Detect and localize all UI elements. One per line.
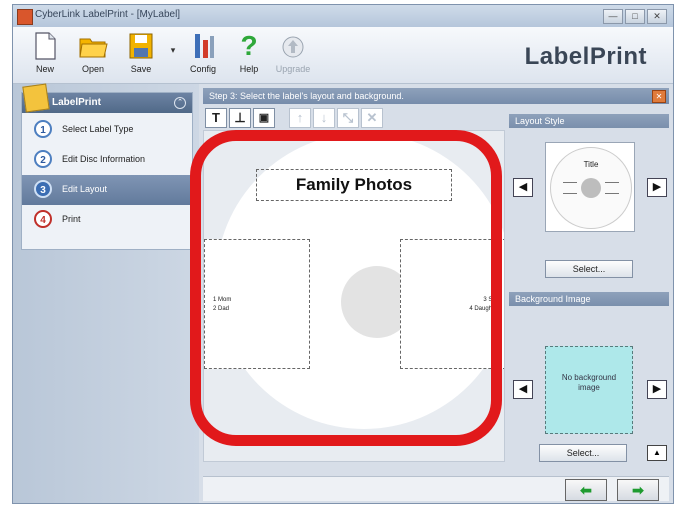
layout-preview-hub	[581, 178, 601, 198]
layout-preview-lines-right	[605, 182, 619, 194]
save-button[interactable]: Save	[119, 31, 163, 81]
layout-preview-lines-left	[563, 182, 577, 194]
close-window-button[interactable]: ✕	[647, 9, 667, 24]
navigation-bar: ⬅ ➡	[203, 476, 669, 501]
left-photo-box[interactable]: 1 Mom 2 Dad	[204, 239, 310, 369]
bring-forward-button[interactable]: ↑	[289, 108, 311, 128]
name-item: 2 Dad	[213, 306, 230, 312]
config-tools-icon	[188, 31, 218, 61]
background-preview[interactable]: No background image	[545, 346, 633, 434]
app-icon	[17, 9, 33, 25]
label-title: Family Photos	[295, 175, 413, 194]
layout-style-title: Layout Style	[515, 116, 565, 126]
sidebar: LabelPrint ⌃ 1 Select Label Type 2 Edit …	[13, 83, 199, 503]
step-select-label-type[interactable]: 1 Select Label Type	[22, 115, 192, 145]
step-3-number-icon: 3	[34, 180, 52, 198]
collapse-icon[interactable]: ⌃	[174, 97, 186, 109]
maximize-button[interactable]: □	[625, 9, 645, 24]
style-panel: Layout Style ◀ Title ▶ Select... Backgro…	[509, 114, 669, 462]
name-item: 1 Mom	[213, 297, 232, 303]
help-label: Help	[239, 64, 259, 74]
step-instruction: Step 3: Select the label's layout and ba…	[209, 91, 404, 101]
name-item: 3 Son	[483, 297, 499, 303]
labelprint-logo-icon	[22, 83, 50, 113]
background-select-button[interactable]: Select...	[539, 444, 627, 462]
title-textbox[interactable]: Family Photos	[256, 169, 452, 201]
image-tool-button[interactable]: ▣	[253, 108, 275, 128]
window-title: CyberLink LabelPrint - [MyLabel]	[35, 9, 181, 20]
config-label: Config	[189, 64, 216, 74]
background-next-button[interactable]: ▶	[647, 380, 667, 399]
app-window: CyberLink LabelPrint - [MyLabel] — □ ✕ N…	[12, 4, 674, 504]
main-toolbar: New Open Save ▾ Config ? Help Upgrade La…	[13, 27, 673, 84]
step-edit-layout[interactable]: 3 Edit Layout	[22, 175, 192, 205]
new-button[interactable]: New	[23, 31, 67, 81]
right-photo-box[interactable]: 3 Son 4 Daughter	[400, 239, 504, 369]
back-button[interactable]: ⬅	[565, 479, 607, 501]
new-label: New	[35, 64, 54, 74]
right-names-list: 3 Son 4 Daughter	[469, 296, 499, 314]
config-button[interactable]: Config	[181, 31, 225, 81]
close-step-icon[interactable]: ✕	[652, 90, 666, 103]
step-1-label: Select Label Type	[62, 124, 134, 134]
delete-button[interactable]: ✕	[361, 108, 383, 128]
send-backward-button[interactable]: ↓	[313, 108, 335, 128]
step-4-number-icon: 4	[34, 210, 52, 228]
step-1-number-icon: 1	[34, 120, 52, 138]
left-names-list: 1 Mom 2 Dad	[213, 296, 231, 314]
steps-panel: LabelPrint ⌃ 1 Select Label Type 2 Edit …	[21, 83, 193, 250]
chevron-down-icon: ▾	[170, 45, 176, 55]
upgrade-label: Upgrade	[275, 64, 311, 74]
background-image-title: Background Image	[515, 294, 591, 304]
layout-style-header: Layout Style	[509, 114, 669, 128]
layout-preview-title: Title	[583, 160, 599, 169]
steps-panel-title: LabelPrint	[52, 97, 101, 108]
open-button[interactable]: Open	[71, 31, 115, 81]
step-4-label: Print	[62, 214, 81, 224]
upgrade-icon	[278, 31, 308, 61]
help-icon: ?	[234, 30, 264, 61]
vertical-text-tool-button[interactable]: ⊥	[229, 108, 251, 128]
step-2-number-icon: 2	[34, 150, 52, 168]
minimize-button[interactable]: —	[603, 9, 623, 24]
upgrade-button[interactable]: Upgrade	[271, 31, 315, 81]
layout-select-button[interactable]: Select...	[545, 260, 633, 278]
title-bar: CyberLink LabelPrint - [MyLabel] — □ ✕	[13, 5, 673, 27]
name-item: 4 Daughter	[469, 306, 499, 312]
save-label: Save	[130, 64, 152, 74]
resize-button[interactable]: ⤡	[337, 108, 359, 128]
svg-text:?: ?	[240, 31, 257, 61]
open-folder-icon	[78, 31, 108, 61]
new-document-icon	[30, 31, 60, 61]
step-edit-disc-information[interactable]: 2 Edit Disc Information	[22, 145, 192, 175]
step-2-label: Edit Disc Information	[62, 154, 146, 164]
next-button[interactable]: ➡	[617, 479, 659, 501]
text-tool-button[interactable]: T	[205, 108, 227, 128]
step-print[interactable]: 4 Print	[22, 205, 192, 235]
background-preview-text: No background image	[561, 373, 617, 392]
save-disk-icon	[126, 31, 156, 61]
background-eject-icon[interactable]: ▲	[647, 445, 667, 461]
steps-panel-header: LabelPrint ⌃	[22, 83, 192, 113]
label-canvas[interactable]: Family Photos 1 Mom 2 Dad 3 Son 4 Daught…	[203, 130, 505, 462]
layout-style-preview[interactable]: Title	[545, 142, 635, 232]
brand-logo: LabelPrint	[524, 43, 647, 70]
layout-prev-button[interactable]: ◀	[513, 178, 533, 197]
background-image-header: Background Image	[509, 292, 669, 306]
step-header: Step 3: Select the label's layout and ba…	[203, 88, 669, 104]
open-label: Open	[81, 64, 105, 74]
layout-next-button[interactable]: ▶	[647, 178, 667, 197]
save-dropdown-arrow[interactable]: ▾	[165, 31, 181, 81]
main-area: Step 3: Select the label's layout and ba…	[199, 84, 673, 503]
help-button[interactable]: ? Help	[227, 30, 271, 81]
background-prev-button[interactable]: ◀	[513, 380, 533, 399]
layout-preview-disc: Title	[550, 147, 632, 229]
step-3-label: Edit Layout	[62, 184, 108, 194]
